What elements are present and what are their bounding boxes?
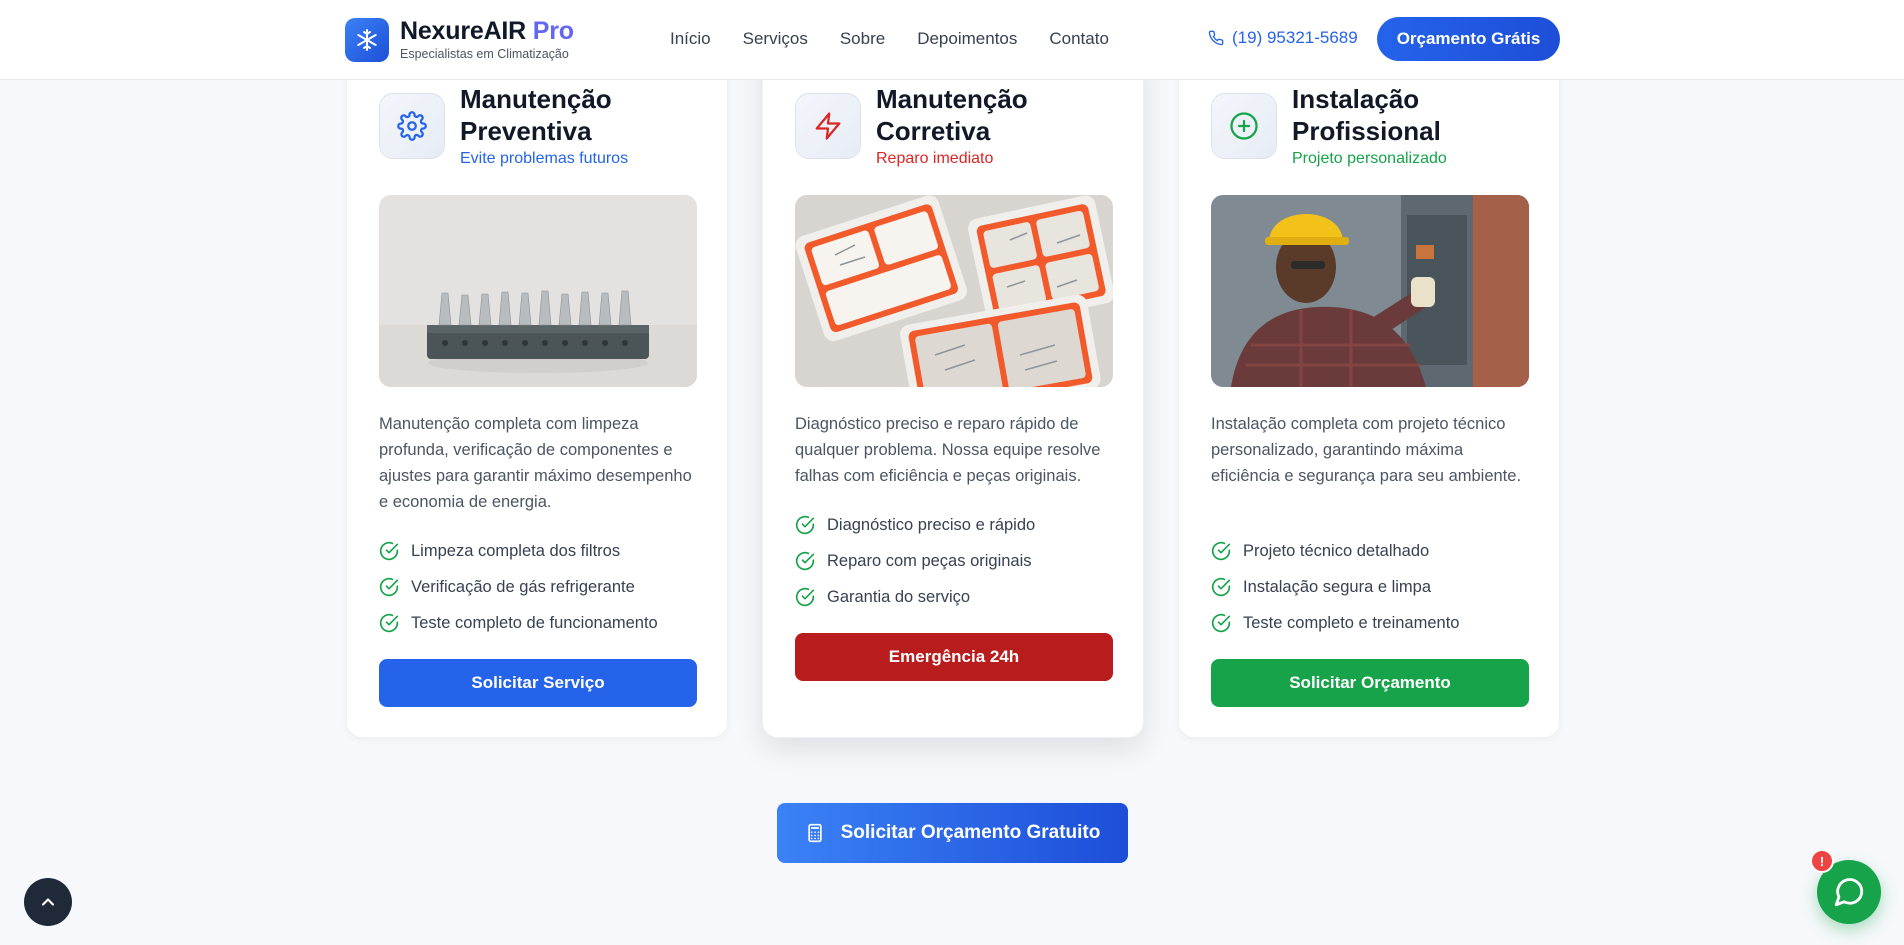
- nav-link-servicos[interactable]: Serviços: [743, 28, 808, 50]
- feature-item: Limpeza completa dos filtros: [379, 541, 620, 561]
- nav-link-depoimentos[interactable]: Depoimentos: [917, 28, 1017, 50]
- card-title: Instalação Profissional: [1292, 84, 1441, 146]
- feature-item: Garantia do serviço: [795, 587, 970, 607]
- phone-link[interactable]: (19) 95321-5689: [1208, 28, 1358, 48]
- cta-label: Solicitar Orçamento Gratuito: [840, 822, 1101, 843]
- brand-suffix: Pro: [532, 17, 574, 45]
- free-quote-cta-button[interactable]: Solicitar Orçamento Gratuito: [777, 803, 1128, 863]
- check-circle-icon: [379, 613, 399, 633]
- calculator-icon: [807, 823, 822, 843]
- feature-item: Teste completo e treinamento: [1211, 613, 1459, 633]
- chevron-up-icon: [41, 898, 55, 906]
- check-circle-icon: [1211, 541, 1231, 561]
- scroll-to-top-button[interactable]: [24, 878, 72, 926]
- check-circle-icon: [1211, 613, 1231, 633]
- plus-circle-icon: [1211, 93, 1277, 159]
- card-subtitle: Reparo imediato: [876, 150, 994, 167]
- card-title: Manutenção Corretiva: [876, 84, 1028, 146]
- request-quote-button[interactable]: Solicitar Orçamento: [1211, 659, 1529, 707]
- nav-link-contato[interactable]: Contato: [1049, 28, 1109, 50]
- card-description: Manutenção completa com limpeza profunda…: [379, 415, 692, 511]
- service-card-instalacao: Instalação Profissional Projeto personal…: [1178, 40, 1560, 738]
- lightning-icon: [795, 93, 861, 159]
- emergency-button[interactable]: Emergência 24h: [795, 633, 1113, 681]
- brand-tagline: Especialistas em Climatização: [400, 47, 569, 61]
- feature-item: Verificação de gás refrigerante: [379, 577, 635, 597]
- check-circle-icon: [379, 541, 399, 561]
- service-card-corretiva: Manutenção Corretiva Reparo imediato Dia…: [762, 40, 1144, 738]
- brand-logo[interactable]: NexureAIR Pro Especialistas em Climatiza…: [345, 17, 574, 62]
- brand-name: NexureAIR Pro: [400, 17, 574, 45]
- parts-organizer-photo: [795, 195, 1113, 387]
- technician-photo: [1211, 195, 1529, 387]
- check-circle-icon: [795, 587, 815, 607]
- check-circle-icon: [1211, 577, 1231, 597]
- check-circle-icon: [795, 551, 815, 571]
- free-quote-button[interactable]: Orçamento Grátis: [1377, 17, 1560, 61]
- card-description: Diagnóstico preciso e reparo rápido de q…: [795, 415, 1101, 485]
- feature-item: Teste completo de funcionamento: [379, 613, 658, 633]
- chat-bubble-icon: [1834, 878, 1864, 907]
- request-service-button[interactable]: Solicitar Serviço: [379, 659, 697, 707]
- feature-item: Instalação segura e limpa: [1211, 577, 1431, 597]
- notification-badge: !: [1810, 849, 1834, 873]
- feature-item: Projeto técnico detalhado: [1211, 541, 1429, 561]
- service-card-preventiva: Manutenção Preventiva Evite problemas fu…: [346, 40, 728, 738]
- nav-link-sobre[interactable]: Sobre: [840, 28, 885, 50]
- card-title: Manutenção Preventiva: [460, 84, 612, 146]
- feature-item: Reparo com peças originais: [795, 551, 1032, 571]
- feature-item: Diagnóstico preciso e rápido: [795, 515, 1035, 535]
- tools-bits-photo: [379, 195, 697, 387]
- card-subtitle: Projeto personalizado: [1292, 150, 1447, 167]
- gear-icon: [379, 93, 445, 159]
- check-circle-icon: [795, 515, 815, 535]
- site-header: NexureAIR Pro Especialistas em Climatiza…: [0, 0, 1904, 80]
- card-subtitle: Evite problemas futuros: [460, 150, 629, 167]
- nav-link-inicio[interactable]: Início: [670, 28, 711, 50]
- check-circle-icon: [379, 577, 399, 597]
- phone-icon: [1208, 30, 1224, 46]
- card-description: Instalação completa com projeto técnico …: [1211, 415, 1522, 485]
- phone-number: (19) 95321-5689: [1232, 28, 1358, 47]
- snowflake-icon: [345, 17, 389, 62]
- main-nav: Início Serviços Sobre Depoimentos Contat…: [670, 28, 1141, 50]
